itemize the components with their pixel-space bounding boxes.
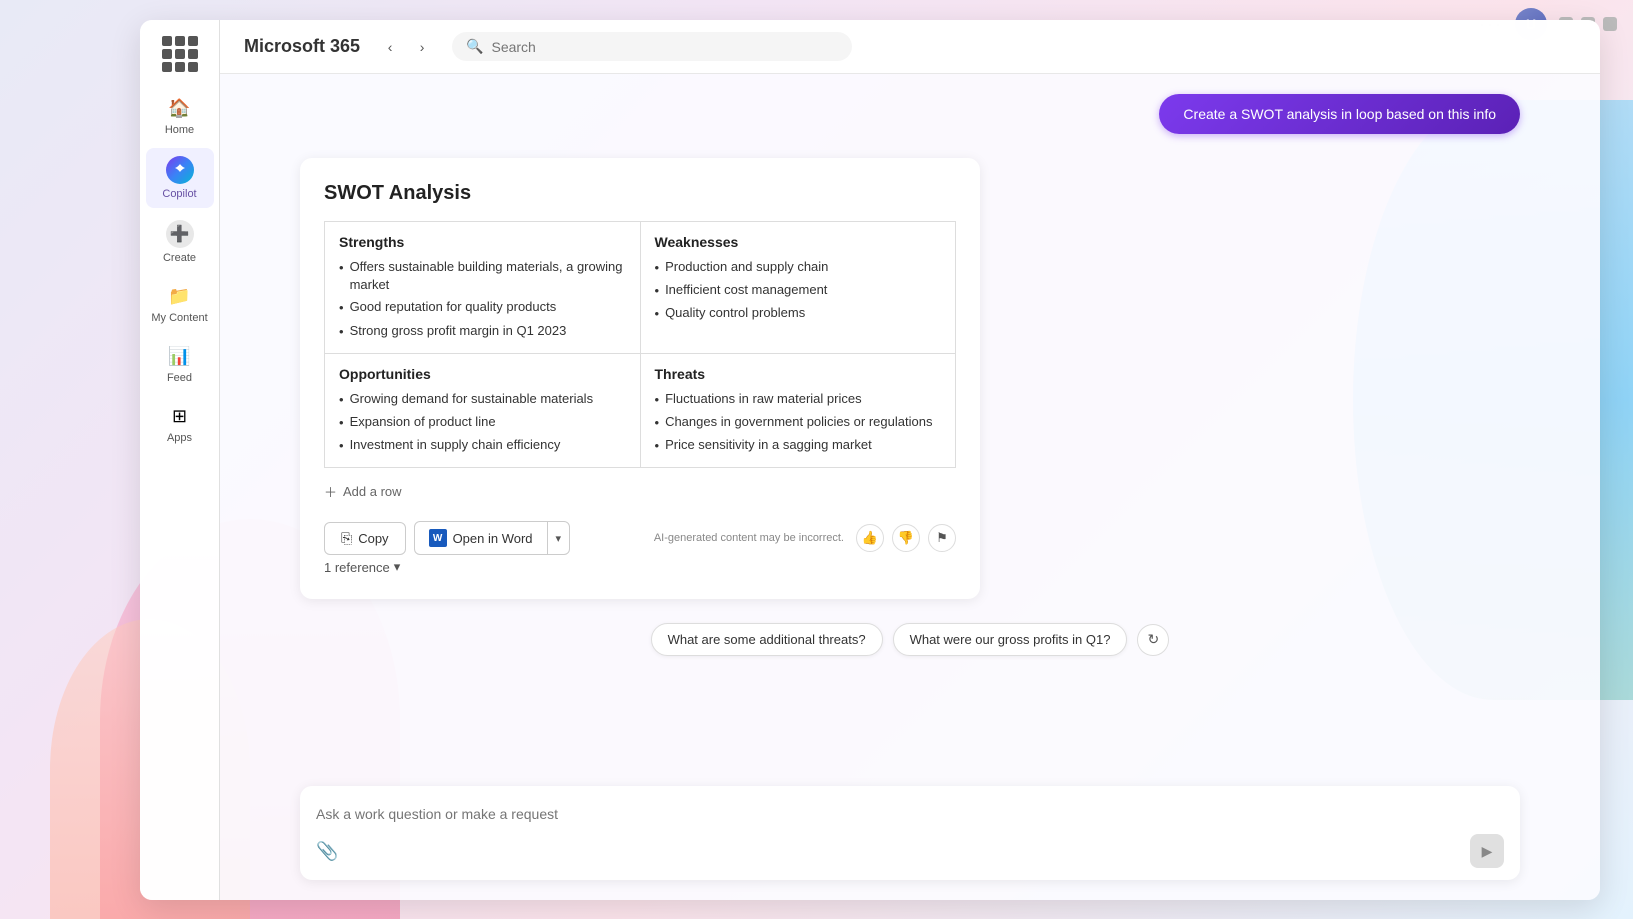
refresh-suggestions-button[interactable]: ↻ [1137, 624, 1169, 656]
list-item: Investment in supply chain efficiency [339, 436, 626, 455]
thumbs-up-button[interactable]: 👍 [856, 524, 884, 552]
swot-card: SWOT Analysis Strengths Offers sustainab… [300, 158, 980, 599]
sidebar-item-feed[interactable]: 📊 Feed [146, 336, 214, 392]
card-actions: ⎘ Copy W Open in Word ▾ AI-generated [324, 521, 956, 555]
apps-grid-icon[interactable] [162, 36, 198, 72]
threats-list: Fluctuations in raw material prices Chan… [655, 390, 942, 456]
sidebar-item-copilot-label: Copilot [162, 188, 196, 200]
word-icon: W [429, 529, 447, 547]
apps-icon: ⊞ [168, 404, 192, 428]
list-item: Fluctuations in raw material prices [655, 390, 942, 409]
opportunities-cell: Opportunities Growing demand for sustain… [325, 353, 641, 468]
chat-area: Create a SWOT analysis in loop based on … [220, 74, 1600, 774]
strengths-list: Offers sustainable building materials, a… [339, 258, 626, 341]
input-box: 📎 ▶ [300, 786, 1520, 880]
sidebar-item-create-label: Create [163, 252, 196, 264]
list-item: Quality control problems [655, 304, 942, 323]
list-item: Changes in government policies or regula… [655, 413, 942, 432]
create-icon: ➕ [166, 220, 194, 248]
feed-icon: 📊 [168, 344, 192, 368]
sidebar: 🏠 Home Copilot ➕ Create 📁 My Content 📊 F… [140, 20, 220, 900]
strengths-header: Strengths [339, 234, 626, 250]
sidebar-item-apps-label: Apps [167, 432, 192, 444]
weaknesses-header: Weaknesses [655, 234, 942, 250]
list-item: Production and supply chain [655, 258, 942, 277]
list-item: Good reputation for quality products [339, 298, 626, 317]
strengths-cell: Strengths Offers sustainable building ma… [325, 222, 641, 354]
opportunities-header: Opportunities [339, 366, 626, 382]
main-content: Microsoft 365 ‹ › 🔍 Create a SWOT analys… [220, 20, 1600, 900]
open-in-word-group: W Open in Word ▾ [414, 521, 571, 555]
nav-arrows: ‹ › [376, 33, 436, 61]
sidebar-item-copilot[interactable]: Copilot [146, 148, 214, 208]
send-button[interactable]: ▶ [1470, 834, 1504, 868]
weaknesses-list: Production and supply chain Inefficient … [655, 258, 942, 324]
chevron-down-icon: ▾ [394, 559, 401, 575]
suggestion-chip-1[interactable]: What are some additional threats? [651, 623, 883, 656]
input-area: 📎 ▶ [220, 774, 1600, 900]
chat-input[interactable] [316, 802, 1504, 826]
opportunities-list: Growing demand for sustainable materials… [339, 390, 626, 456]
app-container: 🏠 Home Copilot ➕ Create 📁 My Content 📊 F… [140, 20, 1600, 900]
open-in-word-button[interactable]: W Open in Word [415, 522, 548, 554]
brand-title: Microsoft 365 [244, 36, 360, 57]
search-bar: 🔍 [452, 32, 852, 61]
close-button[interactable] [1603, 17, 1617, 31]
swot-title: SWOT Analysis [324, 182, 956, 205]
open-in-word-label: Open in Word [453, 531, 533, 546]
list-item: Price sensitivity in a sagging market [655, 436, 942, 455]
list-item: Expansion of product line [339, 413, 626, 432]
threats-header: Threats [655, 366, 942, 382]
copy-icon: ⎘ [341, 530, 352, 547]
search-input[interactable] [491, 39, 838, 55]
sidebar-item-apps[interactable]: ⊞ Apps [146, 396, 214, 452]
top-bar: Microsoft 365 ‹ › 🔍 [220, 20, 1600, 74]
copilot-icon [166, 156, 194, 184]
table-row: Opportunities Growing demand for sustain… [325, 353, 956, 468]
sidebar-item-home-label: Home [165, 124, 194, 136]
weaknesses-cell: Weaknesses Production and supply chain I… [640, 222, 956, 354]
home-icon: 🏠 [168, 96, 192, 120]
attach-icon[interactable]: 📎 [316, 841, 338, 862]
copy-button[interactable]: ⎘ Copy [324, 522, 406, 555]
list-item: Growing demand for sustainable materials [339, 390, 626, 409]
sidebar-item-create[interactable]: ➕ Create [146, 212, 214, 272]
add-row-button[interactable]: ＋ Add a row [324, 478, 402, 505]
table-row: Strengths Offers sustainable building ma… [325, 222, 956, 354]
input-toolbar: 📎 ▶ [316, 834, 1504, 868]
list-item: Offers sustainable building materials, a… [339, 258, 626, 294]
threats-cell: Threats Fluctuations in raw material pri… [640, 353, 956, 468]
forward-button[interactable]: › [408, 33, 436, 61]
plus-icon: ＋ [324, 482, 337, 501]
flag-button[interactable]: ⚑ [928, 524, 956, 552]
feedback-icons: 👍 👎 ⚑ [856, 524, 956, 552]
sidebar-item-feed-label: Feed [167, 372, 192, 384]
swot-table: Strengths Offers sustainable building ma… [324, 221, 956, 468]
add-row-label: Add a row [343, 484, 402, 499]
sidebar-item-home[interactable]: 🏠 Home [146, 88, 214, 144]
my-content-icon: 📁 [168, 284, 192, 308]
list-item: Inefficient cost management [655, 281, 942, 300]
create-swot-button[interactable]: Create a SWOT analysis in loop based on … [1159, 94, 1520, 134]
sidebar-item-my-content[interactable]: 📁 My Content [146, 276, 214, 332]
sidebar-item-my-content-label: My Content [151, 312, 207, 324]
search-icon: 🔍 [466, 38, 483, 55]
card-buttons: ⎘ Copy W Open in Word ▾ [324, 521, 570, 555]
suggestions-row: What are some additional threats? What w… [300, 623, 1520, 656]
reference-row[interactable]: 1 reference ▾ [324, 559, 956, 575]
thumbs-down-button[interactable]: 👎 [892, 524, 920, 552]
list-item: Strong gross profit margin in Q1 2023 [339, 322, 626, 341]
back-button[interactable]: ‹ [376, 33, 404, 61]
open-in-word-caret[interactable]: ▾ [548, 525, 570, 552]
ai-disclaimer: AI-generated content may be incorrect. [654, 532, 844, 544]
reference-text: 1 reference [324, 560, 390, 575]
suggestion-chip-2[interactable]: What were our gross profits in Q1? [893, 623, 1128, 656]
copy-label: Copy [358, 531, 388, 546]
